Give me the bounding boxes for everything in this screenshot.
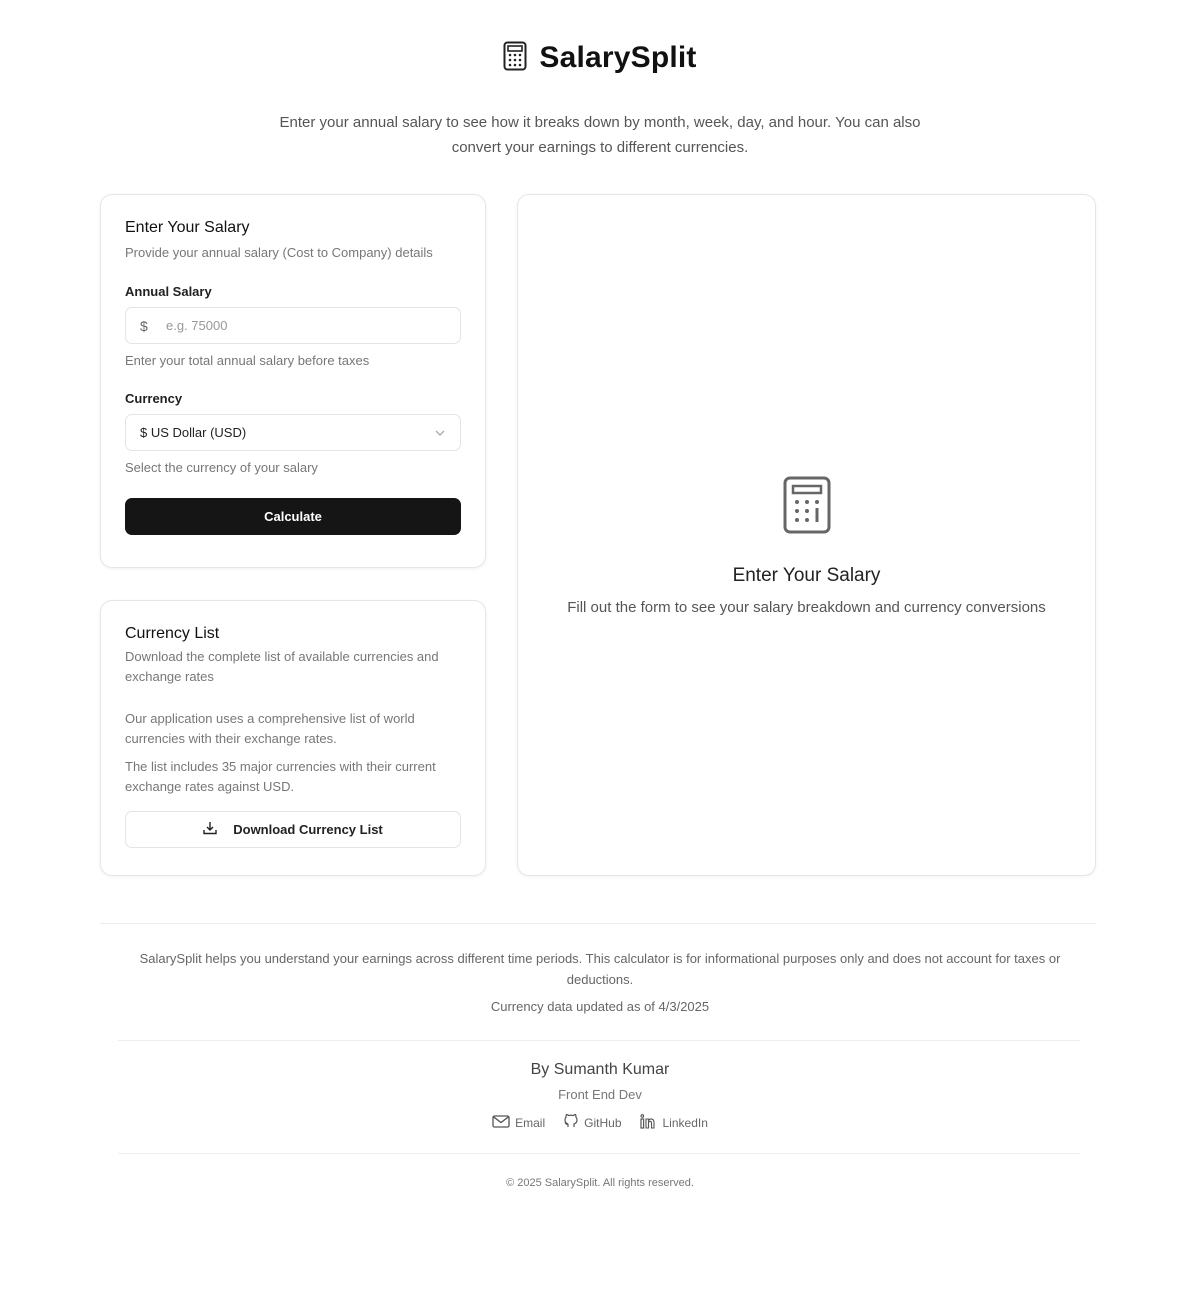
currency-helper: Select the currency of your salary [125,460,318,475]
mail-icon [492,1114,510,1131]
salary-form-description: Provide your annual salary (Cost to Comp… [125,245,433,260]
email-link-label: Email [515,1115,546,1130]
currency-list-text-2: The list includes 35 major currencies wi… [125,759,436,794]
footer-divider [118,1153,1080,1154]
author-section: By Sumanth Kumar Front End Dev Email Git… [0,1059,1200,1132]
annual-salary-input[interactable] [166,318,446,333]
currency-list-text-1: Our application uses a comprehensive lis… [125,711,415,746]
result-title: Enter Your Salary [732,564,881,586]
copyright-text: © 2025 SalarySplit. All rights reserved. [506,1177,694,1189]
chevron-down-icon [434,427,446,439]
currency-select[interactable]: $ US Dollar (USD) [125,414,461,451]
linkedin-link-label: LinkedIn [662,1115,708,1130]
calculator-icon [503,41,527,76]
footer-divider [118,1040,1080,1041]
currency-selected-value: $ US Dollar (USD) [140,425,247,440]
github-icon [563,1113,579,1132]
github-link[interactable]: GitHub [563,1113,622,1132]
salary-form-title: Enter Your Salary [125,219,250,236]
footer-updated: Currency data updated as of 4/3/2025 [490,999,710,1014]
footer-disclaimer: SalarySplit helps you understand your ea… [139,951,1061,987]
intro-text: Enter your annual salary to see how it b… [279,114,921,156]
title-row: SalarySplit [0,36,1200,80]
author-role: Front End Dev [558,1087,642,1102]
result-placeholder-card: Enter Your Salary Fill out the form to s… [517,194,1096,876]
footer-divider [100,923,1096,924]
download-button-label: Download Currency List [233,822,383,837]
result-description: Fill out the form to see your salary bre… [567,598,1046,616]
calculate-button[interactable]: Calculate [125,498,461,535]
annual-salary-field[interactable]: $ [125,307,461,344]
currency-list-card: Currency List Download the complete list… [100,600,486,876]
github-link-label: GitHub [584,1115,622,1130]
annual-salary-label: Annual Salary [125,284,212,299]
salary-form-card: Enter Your Salary Provide your annual sa… [100,194,486,568]
author-name: By Sumanth Kumar [530,1061,670,1078]
download-currency-list-button[interactable]: Download Currency List [125,811,461,848]
currency-label: Currency [125,391,183,406]
page-header: SalarySplit Enter your annual salary to … [0,36,1200,160]
download-icon [203,821,217,838]
social-links: Email GitHub LinkedIn [0,1113,1200,1132]
currency-list-title: Currency List [125,625,220,642]
email-link[interactable]: Email [492,1113,545,1132]
annual-salary-helper: Enter your total annual salary before ta… [125,353,370,368]
linkedin-link[interactable]: LinkedIn [639,1113,708,1132]
calculator-icon [782,475,832,540]
currency-list-description: Download the complete list of available … [125,649,439,684]
page-title: SalarySplit [539,41,697,74]
currency-symbol: $ [140,317,148,334]
linkedin-icon [639,1113,658,1132]
